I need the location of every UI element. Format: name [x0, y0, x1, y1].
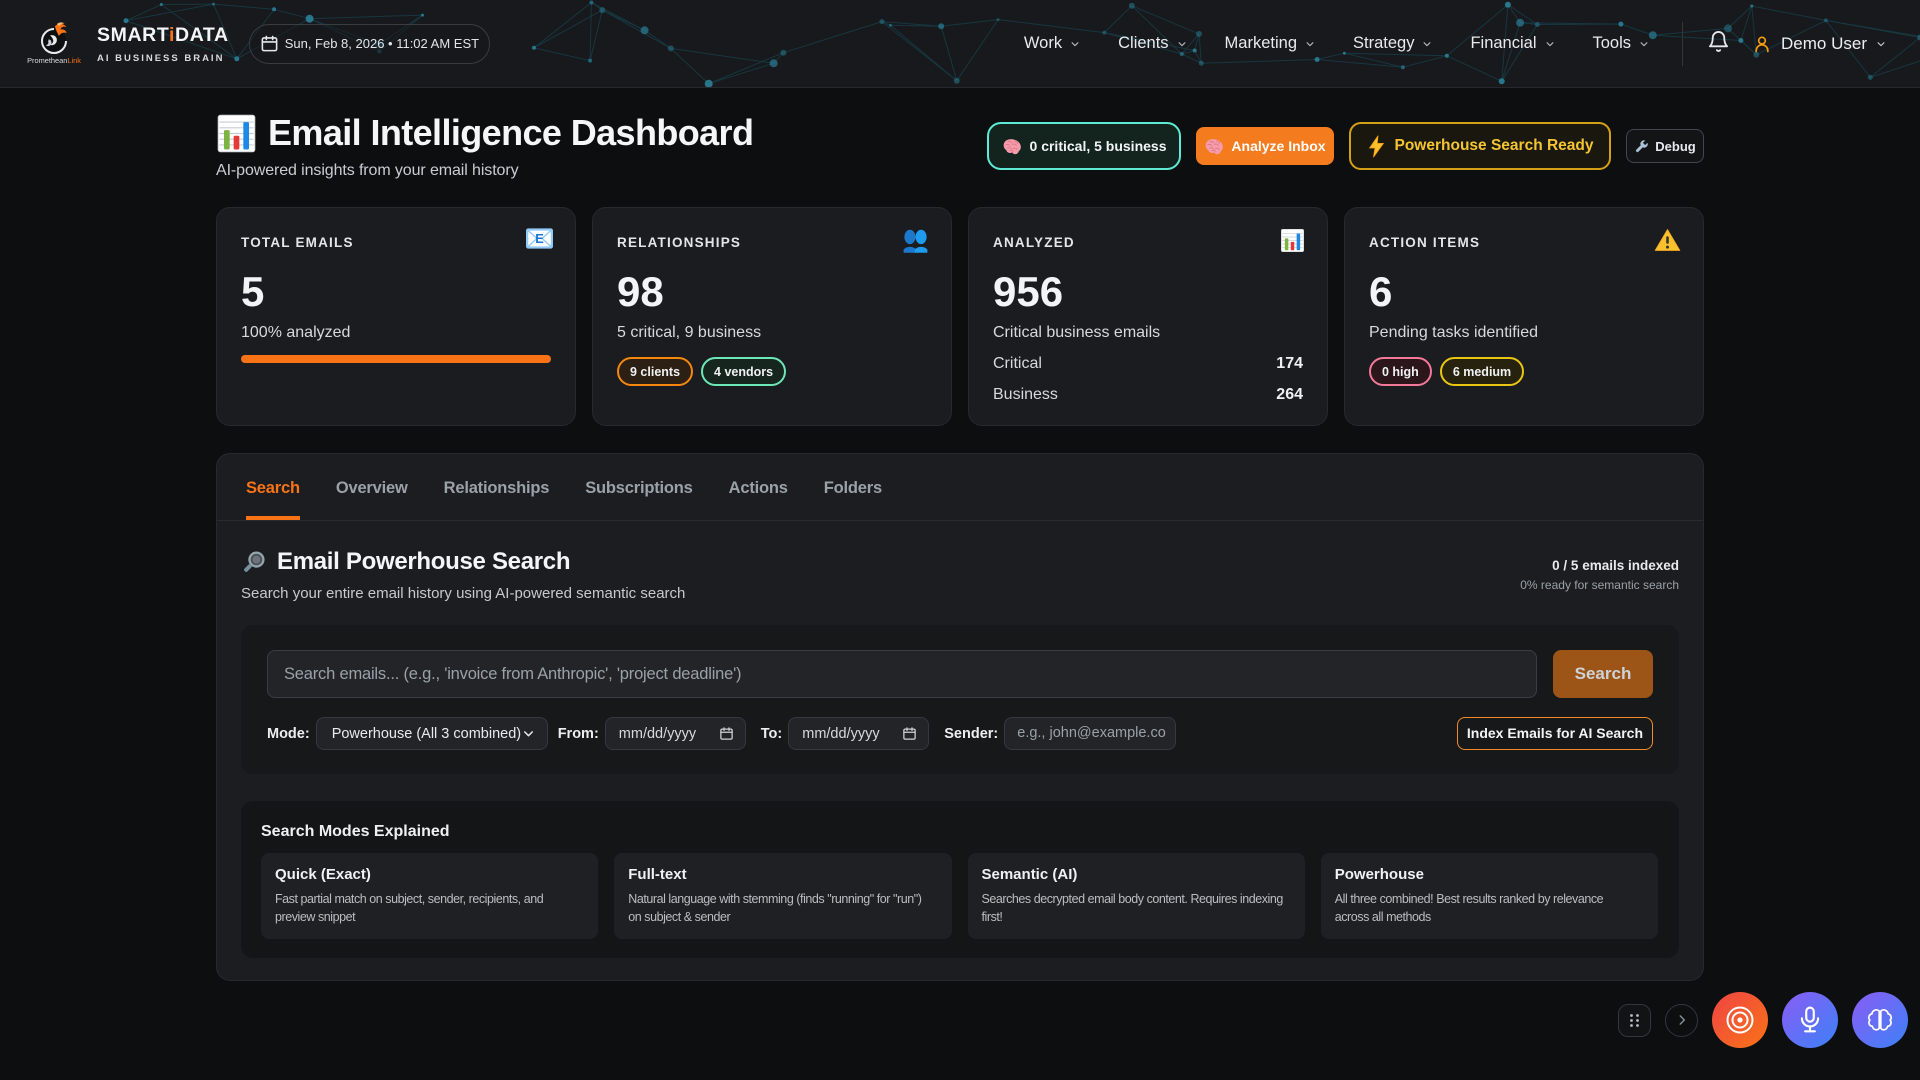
svg-text:PrometheanLink: PrometheanLink [27, 56, 81, 65]
svg-text:E: E [535, 231, 544, 246]
